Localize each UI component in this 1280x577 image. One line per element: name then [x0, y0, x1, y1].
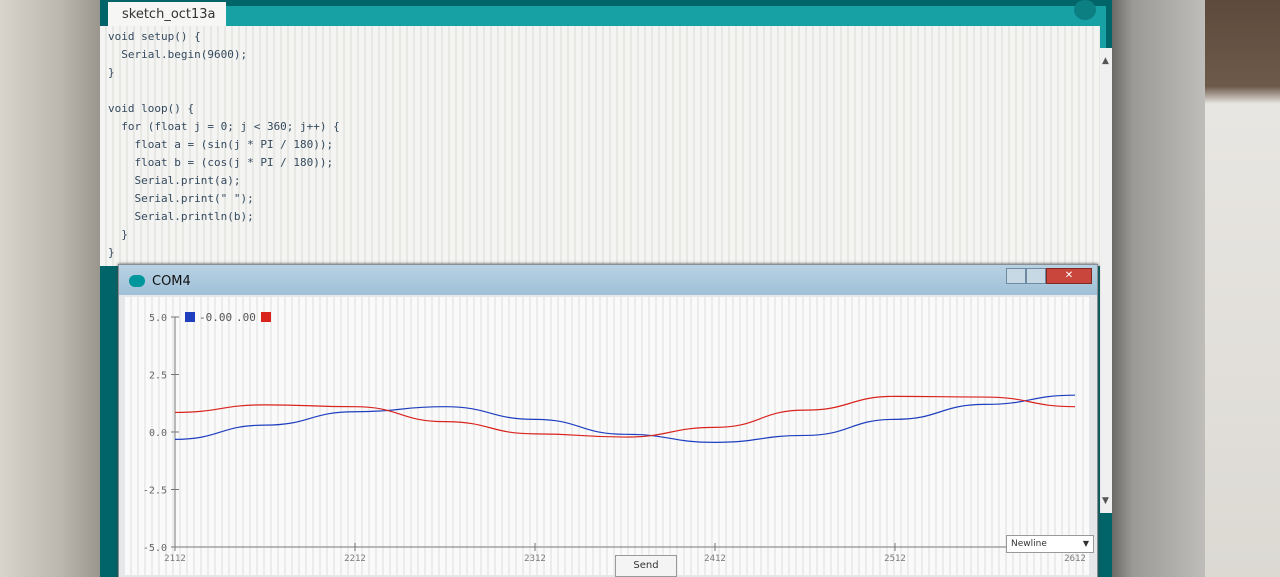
send-button[interactable]: Send — [615, 555, 677, 577]
y-tick-label: 2.5 — [149, 371, 167, 382]
window-title: COM4 — [152, 274, 191, 289]
x-tick-label: 2212 — [344, 554, 366, 564]
legend-label-0: -0.00 — [199, 311, 232, 324]
series-line-1 — [174, 395, 1076, 438]
x-tick-label: 2412 — [704, 554, 726, 564]
x-tick-label: 2512 — [884, 554, 906, 564]
minimize-button[interactable] — [1006, 268, 1026, 284]
code-line: Serial.print(" "); — [108, 192, 254, 205]
scroll-down-icon[interactable]: ▼ — [1102, 496, 1110, 506]
x-tick-label: 2312 — [524, 554, 546, 564]
close-button[interactable]: ✕ — [1046, 268, 1092, 284]
line-ending-select[interactable]: Newline ▼ — [1006, 535, 1094, 553]
series-line-0 — [174, 394, 1076, 443]
code-line: void loop() { — [108, 102, 195, 115]
code-line: void setup() { — [108, 30, 201, 43]
search-icon[interactable] — [1074, 0, 1096, 20]
y-tick-label: 5.0 — [149, 313, 167, 324]
line-ending-value: Newline — [1011, 539, 1047, 549]
monitor-bezel-left — [0, 0, 100, 577]
y-tick-label: -5.0 — [143, 543, 167, 554]
code-line: float a = (sin(j * PI / 180)); — [108, 138, 334, 151]
legend-swatch-1 — [261, 312, 271, 322]
chevron-down-icon: ▼ — [1082, 539, 1089, 548]
legend-swatch-0 — [185, 312, 195, 322]
arduino-logo-icon — [129, 275, 145, 287]
editor-scrollbar[interactable] — [1100, 48, 1112, 513]
code-line: } — [108, 66, 115, 79]
x-tick-label: 2112 — [164, 554, 186, 564]
code-line: float b = (cos(j * PI / 180)); — [108, 156, 334, 169]
window-titlebar[interactable]: COM4 ✕ — [119, 265, 1097, 295]
x-tick-label: 2612 — [1064, 554, 1086, 564]
maximize-button[interactable] — [1026, 268, 1046, 284]
code-line: for (float j = 0; j < 360; j++) { — [108, 120, 340, 133]
plot-area: 5.0 2.5 0.0 -2.5 -5.0 2112 2212 2312 2412 2512 261… — [125, 297, 1089, 575]
code-line: Serial.print(a); — [108, 174, 241, 187]
code-line: } — [108, 228, 128, 241]
plot-svg: 5.0 2.5 0.0 -2.5 -5.02112 2212 2312 2412 2512 261… — [143, 311, 1086, 564]
code-line: } — [108, 246, 115, 259]
scroll-up-icon[interactable]: ▲ — [1102, 56, 1110, 66]
code-line: Serial.println(b); — [108, 210, 254, 223]
legend-label-1: .00 — [236, 311, 256, 324]
y-tick-label: -2.5 — [143, 486, 167, 497]
background-wall — [1205, 0, 1280, 577]
y-tick-label: 0.0 — [149, 428, 167, 439]
code-line: Serial.begin(9600); — [108, 48, 248, 61]
tab-sketch[interactable]: sketch_oct13a — [108, 2, 226, 28]
screen: sketch_oct13a void setup() { Serial.begi… — [100, 0, 1112, 577]
code-editor[interactable]: void setup() { Serial.begin(9600); } voi… — [100, 26, 1100, 266]
serial-plotter-window: COM4 ✕ 5.0 2.5 0.0 -2.5 -5.0 2112 2212 2312 2412… — [118, 264, 1098, 577]
